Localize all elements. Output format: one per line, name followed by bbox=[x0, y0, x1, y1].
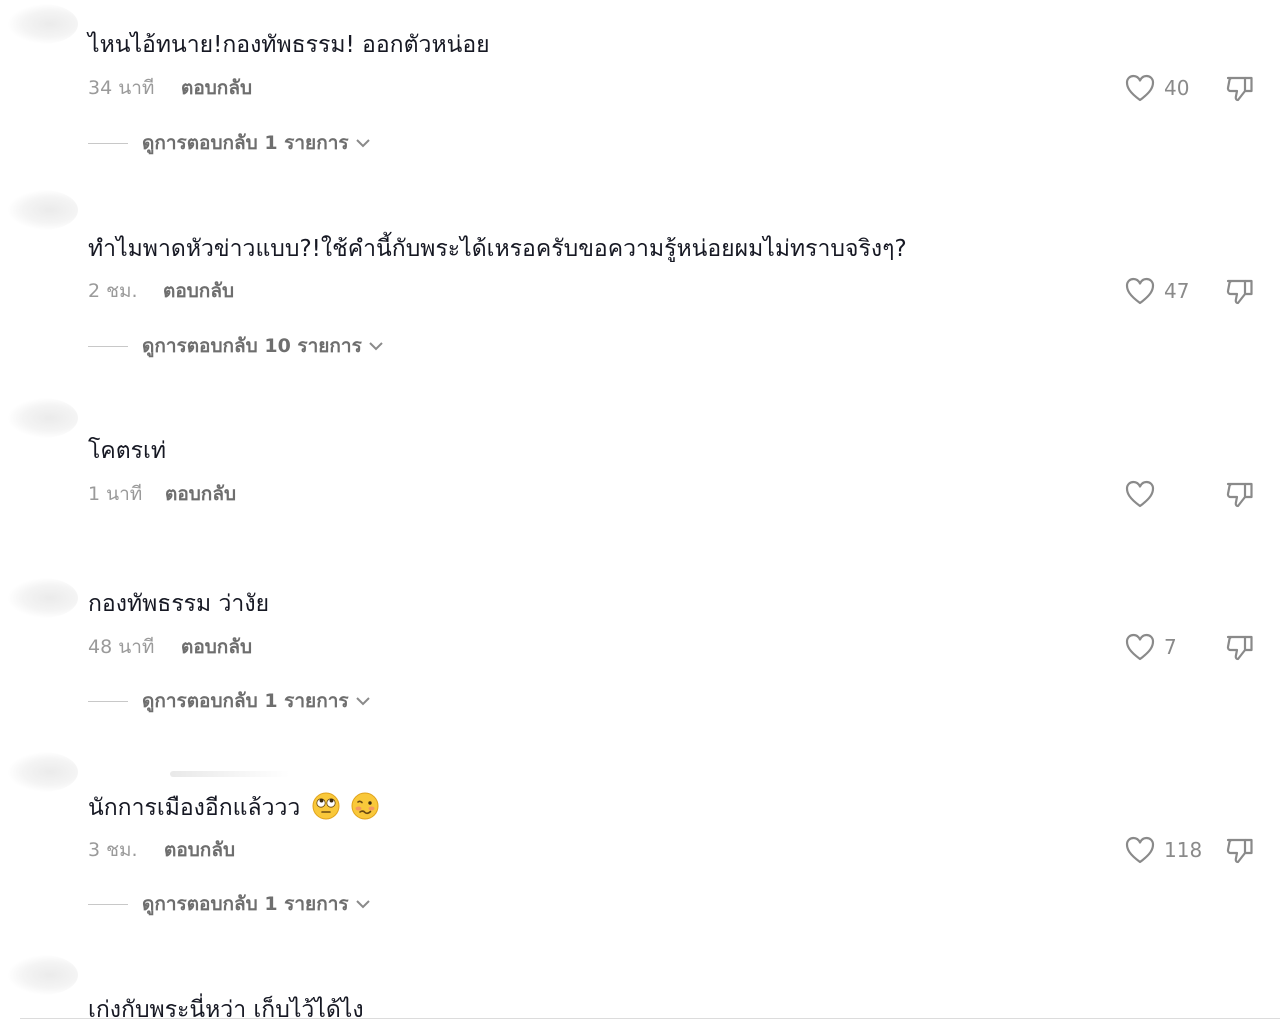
comment-item: เก่งกับพระนี่หว่า เก็บไว้ได้ไง bbox=[0, 0, 1280, 1018]
bottom-divider bbox=[20, 1018, 1280, 1019]
comment-text: เก่งกับพระนี่หว่า เก็บไว้ได้ไง bbox=[88, 997, 364, 1018]
avatar[interactable] bbox=[8, 955, 78, 995]
